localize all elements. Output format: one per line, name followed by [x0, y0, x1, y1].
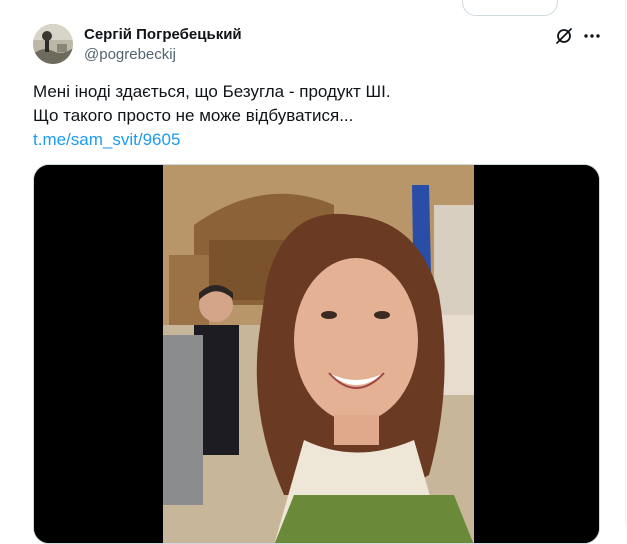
video-media[interactable] — [33, 164, 600, 544]
author-display-name[interactable]: Сергій Погребецький — [84, 26, 242, 44]
author-handle[interactable]: @pogrebeckij — [84, 46, 176, 64]
video-frame — [34, 165, 599, 543]
grok-icon[interactable] — [554, 26, 574, 46]
avatar-image — [33, 24, 73, 64]
avatar[interactable] — [33, 24, 73, 64]
more-icon[interactable] — [582, 26, 602, 46]
tweet-text: Мені іноді здається, що Безугла - продук… — [33, 80, 603, 152]
tweet-link[interactable]: t.me/sam_svit/9605 — [33, 128, 603, 152]
tweet-text-line-1: Мені іноді здається, що Безугла - продук… — [33, 82, 391, 101]
tweet-text-line-2: Що такого просто не може відбуватися... — [33, 106, 354, 125]
timeline-border — [625, 0, 626, 526]
top-button-partial[interactable] — [462, 0, 558, 16]
